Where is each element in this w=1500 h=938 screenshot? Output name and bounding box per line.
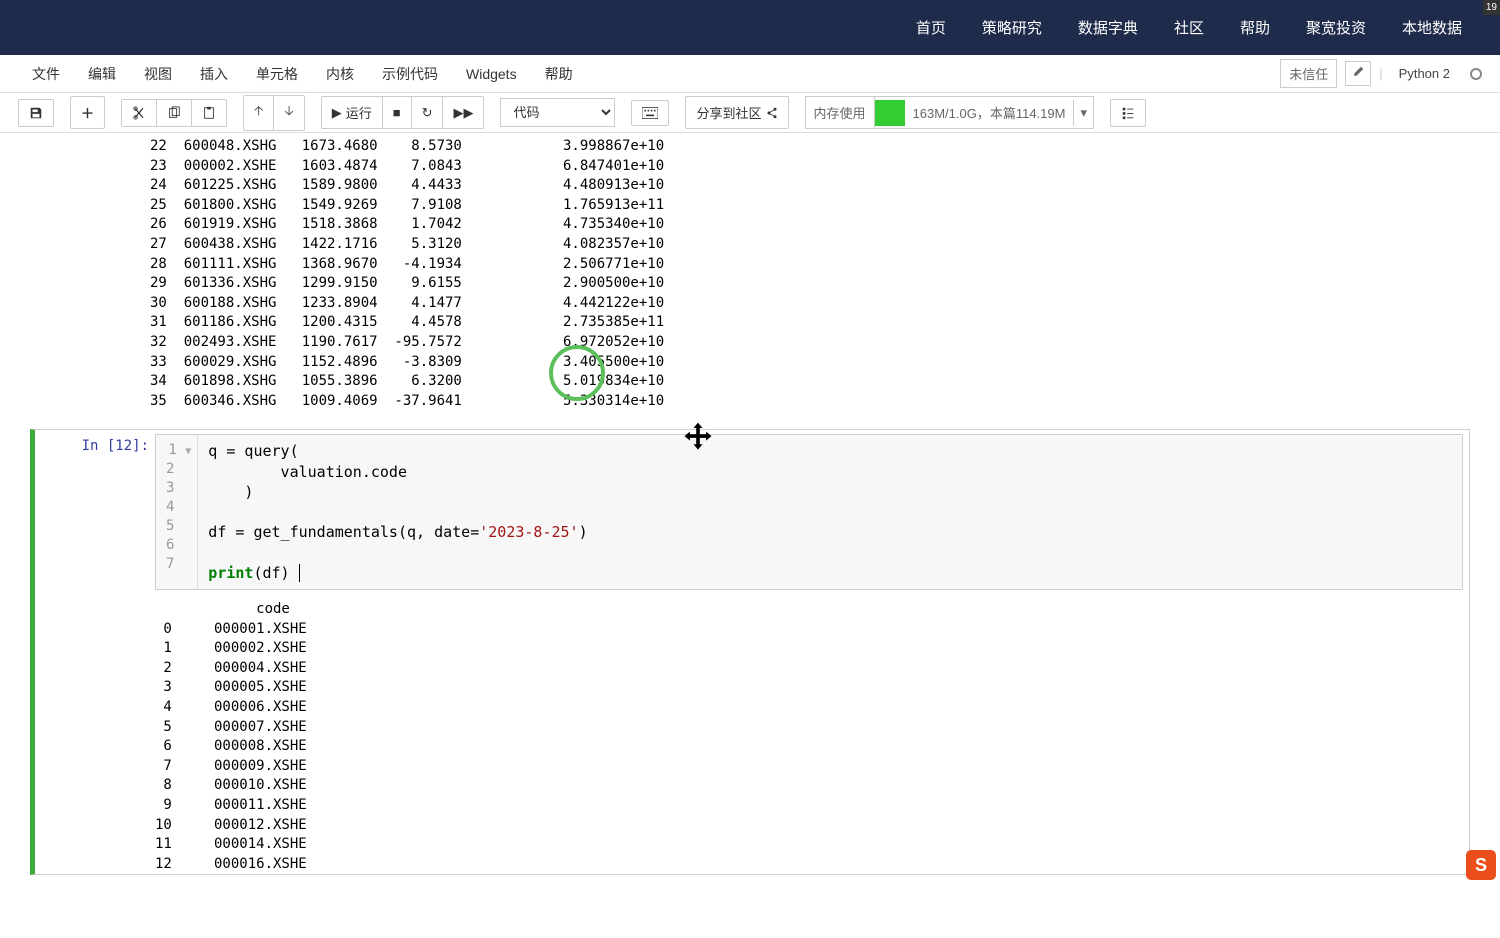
memory-text: 163M/1.0G，本篇114.19M xyxy=(905,97,1074,128)
memory-bar xyxy=(875,100,905,126)
run-button[interactable]: ▶ 运行 xyxy=(322,97,383,128)
toolbar: ＋ 🡡 🡣 ▶ 运行 ■ ↻ ▶▶ 代码 分享到社区 内存使用 xyxy=(0,93,1500,133)
top-nav: 首页 策略研究 数据字典 社区 帮助 聚宽投资 本地数据 19 xyxy=(0,0,1500,55)
menu-edit[interactable]: 编辑 xyxy=(74,58,130,90)
menu-file[interactable]: 文件 xyxy=(18,58,74,90)
code-editor[interactable]: 1 ▼ 2 3 4 5 6 7 q = query( valuation.cod… xyxy=(155,434,1463,590)
menu-insert[interactable]: 插入 xyxy=(186,58,242,90)
stop-button[interactable]: ■ xyxy=(383,97,412,128)
code-cell[interactable]: In [12]: 1 ▼ 2 3 4 5 6 7 q = query( valu… xyxy=(30,429,1470,875)
menu-cell[interactable]: 单元格 xyxy=(242,58,312,90)
menu-help[interactable]: 帮助 xyxy=(531,58,587,90)
memory-usage[interactable]: 内存使用 163M/1.0G，本篇114.19M ▾ xyxy=(805,96,1095,129)
move-down-button[interactable]: 🡣 xyxy=(274,96,303,130)
notification-badge[interactable]: 19 xyxy=(1483,0,1500,15)
nav-dict[interactable]: 数据字典 xyxy=(1060,17,1156,38)
nav-help[interactable]: 帮助 xyxy=(1222,17,1288,38)
notebook[interactable]: 22 600048.XSHG 1673.4680 8.5730 3.998867… xyxy=(0,133,1500,938)
kernel-status-icon xyxy=(1470,68,1482,80)
nav-community[interactable]: 社区 xyxy=(1156,17,1222,38)
menu-bar: 文件 编辑 视图 插入 单元格 内核 示例代码 Widgets 帮助 未信任 |… xyxy=(0,55,1500,93)
menu-view[interactable]: 视图 xyxy=(130,58,186,90)
line-gutter: 1 ▼ 2 3 4 5 6 7 xyxy=(156,435,198,589)
nav-invest[interactable]: 聚宽投资 xyxy=(1288,17,1384,38)
fastforward-button[interactable]: ▶▶ xyxy=(443,97,483,128)
move-up-button[interactable]: 🡡 xyxy=(244,96,274,130)
nav-strategy[interactable]: 策略研究 xyxy=(964,17,1060,38)
trust-button[interactable]: 未信任 xyxy=(1280,59,1337,88)
menu-kernel[interactable]: 内核 xyxy=(312,58,368,90)
memory-dropdown-icon[interactable]: ▾ xyxy=(1073,100,1093,126)
edit-pencil-icon[interactable] xyxy=(1345,61,1371,86)
nav-local[interactable]: 本地数据 xyxy=(1384,17,1480,38)
copy-button[interactable] xyxy=(157,100,192,126)
menu-widgets[interactable]: Widgets xyxy=(452,60,531,88)
restart-button[interactable]: ↻ xyxy=(412,97,444,128)
nav-home[interactable]: 首页 xyxy=(898,17,964,38)
code-text[interactable]: q = query( valuation.code ) df = get_fun… xyxy=(198,435,597,589)
toc-button[interactable] xyxy=(1110,99,1146,127)
memory-label: 内存使用 xyxy=(806,97,875,128)
share-button[interactable]: 分享到社区 xyxy=(685,96,788,129)
output-area-bottom: code 0 000001.XSHE 1 000002.XSHE 2 00000… xyxy=(155,600,1469,874)
save-button[interactable] xyxy=(18,99,54,127)
ime-sogou-icon[interactable]: S xyxy=(1466,850,1496,880)
input-prompt: In [12]: xyxy=(35,430,155,874)
kernel-name[interactable]: Python 2 xyxy=(1391,62,1458,85)
cut-button[interactable] xyxy=(122,100,157,126)
keyboard-button[interactable] xyxy=(631,100,669,126)
add-cell-button[interactable]: ＋ xyxy=(70,96,105,129)
paste-button[interactable] xyxy=(192,100,226,126)
cell-type-select[interactable]: 代码 xyxy=(500,98,615,127)
output-area-top: 22 600048.XSHG 1673.4680 8.5730 3.998867… xyxy=(150,137,1470,411)
menu-sample[interactable]: 示例代码 xyxy=(368,58,452,90)
